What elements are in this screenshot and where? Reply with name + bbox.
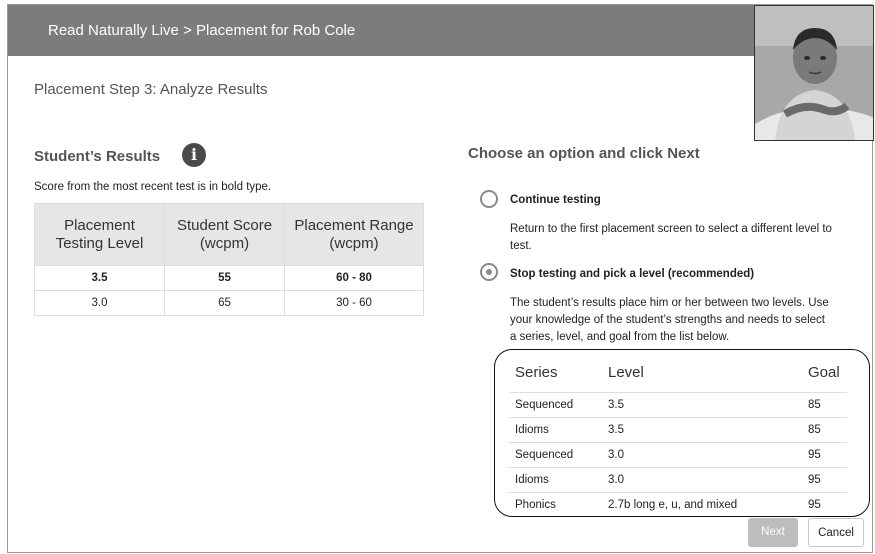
table-row: 3.0 65 30 - 60 [34, 290, 424, 316]
column-header-level: Level [608, 364, 644, 381]
continue-testing-description: Return to the first placement screen to … [510, 221, 832, 255]
cell-range: 60 - 80 [284, 265, 424, 291]
list-item[interactable]: Idioms 3.0 95 [509, 467, 847, 492]
list-item[interactable]: Sequenced 3.0 95 [509, 442, 847, 467]
list-item[interactable]: Phonics 2.7b long e, u, and mixed 95 [509, 492, 847, 516]
stop-testing-radio[interactable] [480, 263, 498, 281]
series-goal: 95 [808, 474, 821, 486]
student-photo [754, 5, 874, 141]
description-line: a series, level, and goal from the list … [510, 331, 730, 343]
series-level: 3.5 [608, 424, 624, 436]
series-list-header: Series Level Goal [495, 350, 869, 392]
column-header-line: Placement [64, 216, 135, 234]
series-level: 3.0 [608, 474, 624, 486]
series-level: 2.7b long e, u, and mixed [608, 499, 738, 511]
description-line: your knowledge of the student’s strength… [510, 314, 825, 326]
series-name: Sequenced [515, 449, 574, 461]
series-name: Idioms [515, 424, 549, 436]
column-header-line: Student Score [176, 216, 273, 234]
step-title: Placement Step 3: Analyze Results [34, 81, 268, 98]
column-header-range: Placement Range (wcpm) [284, 203, 424, 266]
series-goal: 85 [808, 424, 821, 436]
column-header-level: Placement Testing Level [34, 203, 165, 266]
column-header-series: Series [515, 364, 558, 381]
column-header-line: Placement Range [294, 216, 414, 234]
cell-level: 3.0 [34, 290, 165, 316]
series-name: Idioms [515, 474, 549, 486]
column-header-goal: Goal [808, 364, 840, 381]
stop-testing-label[interactable]: Stop testing and pick a level (recommend… [510, 268, 754, 280]
list-item[interactable]: Sequenced 3.5 85 [509, 392, 847, 417]
score-note: Score from the most recent test is in bo… [34, 181, 272, 193]
results-header-row: Placement Testing Level Student Score (w… [34, 203, 424, 266]
info-icon[interactable]: i [182, 143, 206, 167]
continue-testing-radio[interactable] [480, 190, 498, 208]
column-header-score: Student Score (wcpm) [164, 203, 285, 266]
series-name: Phonics [515, 499, 556, 511]
stop-testing-description: The student’s results place him or her b… [510, 295, 829, 346]
results-table: Placement Testing Level Student Score (w… [34, 203, 424, 316]
description-line: The student’s results place him or her b… [510, 297, 829, 309]
cell-score: 55 [164, 265, 285, 291]
cancel-button[interactable]: Cancel [808, 518, 864, 547]
cell-score: 65 [164, 290, 285, 316]
description-line: Return to the first placement screen to … [510, 223, 832, 235]
series-goal: 95 [808, 499, 821, 511]
series-name: Sequenced [515, 399, 574, 411]
column-header-line: (wcpm) [329, 234, 379, 252]
cell-range: 30 - 60 [284, 290, 424, 316]
table-row: 3.5 55 60 - 80 [34, 265, 424, 291]
student-photo-image [755, 6, 873, 140]
list-item[interactable]: Idioms 3.5 85 [509, 417, 847, 442]
series-level-list[interactable]: Series Level Goal Sequenced 3.5 85 Idiom… [494, 349, 870, 517]
column-header-line: Testing Level [55, 234, 144, 252]
series-level: 3.5 [608, 399, 624, 411]
next-button[interactable]: Next [748, 518, 798, 547]
options-heading: Choose an option and click Next [468, 145, 700, 162]
column-header-line: (wcpm) [199, 234, 250, 252]
continue-testing-label[interactable]: Continue testing [510, 194, 601, 206]
placement-window: Read Naturally Live > Placement for Rob … [7, 4, 874, 553]
description-line: test. [510, 240, 532, 252]
breadcrumb-title: Read Naturally Live > Placement for Rob … [48, 22, 356, 39]
results-heading: Student’s Results [34, 148, 161, 165]
header-bar: Read Naturally Live > Placement for Rob … [8, 5, 756, 56]
series-goal: 85 [808, 399, 821, 411]
cell-level: 3.5 [34, 265, 165, 291]
series-goal: 95 [808, 449, 821, 461]
series-list-rows: Sequenced 3.5 85 Idioms 3.5 85 Sequenced… [509, 392, 847, 516]
series-level: 3.0 [608, 449, 624, 461]
